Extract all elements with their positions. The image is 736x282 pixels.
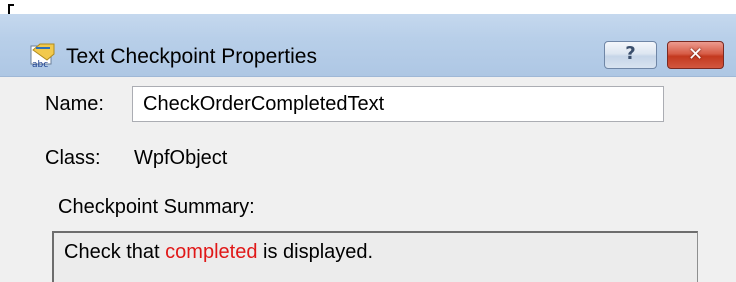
class-value: WpfObject [134,147,228,169]
class-label: Class: [45,147,101,169]
dialog-title: Text Checkpoint Properties [66,45,317,68]
checkpoint-summary-label: Checkpoint Summary: [58,196,255,218]
close-button[interactable]: ✕ [667,41,724,69]
summary-suffix: is displayed. [257,241,374,263]
checkpoint-summary-box: Check that completed is displayed. [52,231,698,282]
name-field[interactable] [132,86,664,122]
summary-highlight-link[interactable]: completed [165,241,257,263]
name-label: Name: [45,93,104,115]
close-icon: ✕ [687,44,704,65]
title-bar[interactable]: abc Text Checkpoint Properties ? ✕ [0,14,736,77]
help-button[interactable]: ? [604,41,657,69]
svg-text:abc: abc [32,60,48,70]
help-icon: ? [625,43,636,64]
abc-text-checkpoint-icon: abc [28,40,58,70]
page: abc Text Checkpoint Properties ? ✕ Name:… [0,0,736,282]
summary-prefix: Check that [64,241,166,263]
checkpoint-summary-text: Check that completed is displayed. [64,241,373,264]
